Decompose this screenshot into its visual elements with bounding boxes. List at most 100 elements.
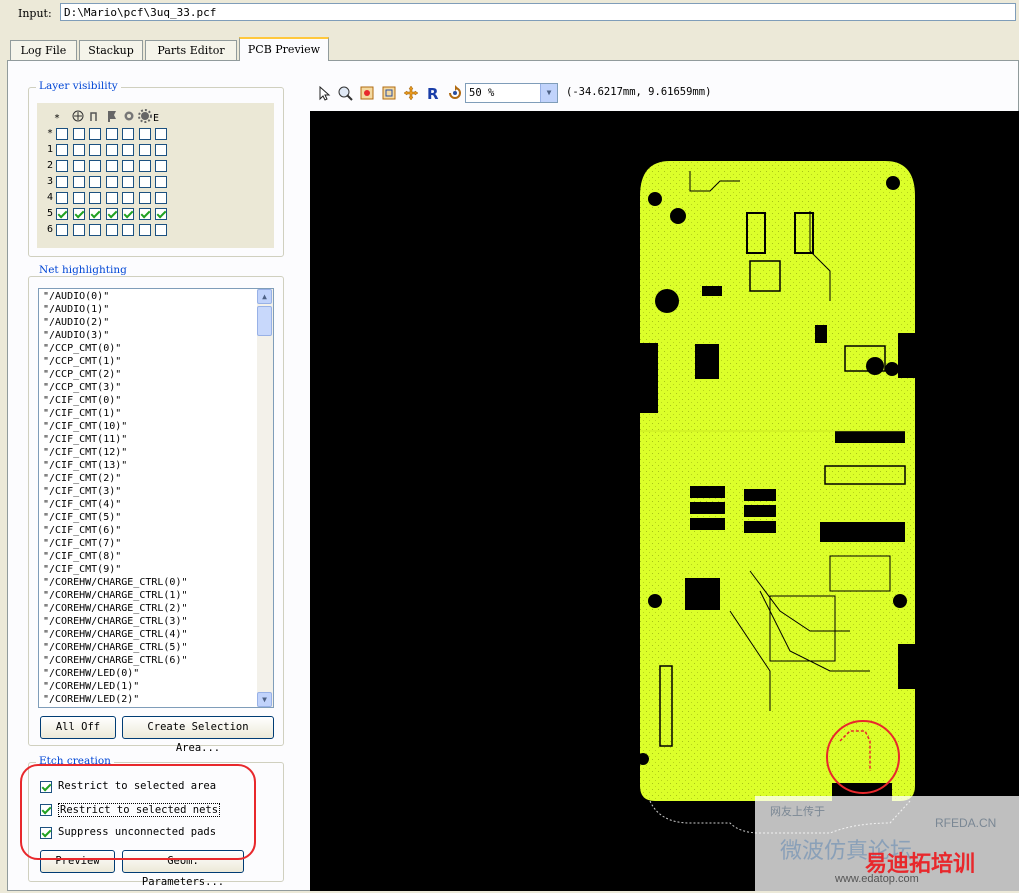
layer-checkbox[interactable] — [72, 160, 85, 172]
layer-checkbox[interactable] — [155, 160, 167, 172]
scroll-down-icon[interactable]: ▼ — [257, 692, 272, 707]
net-list-item[interactable]: "/CCP_CMT(0)" — [43, 342, 121, 355]
layer-checkbox[interactable] — [138, 160, 151, 172]
layer-checkbox[interactable] — [72, 224, 85, 236]
net-list-item[interactable]: "/CIF_CMT(2)" — [43, 472, 121, 485]
net-list-item[interactable]: "/COREHW/CHARGE_CTRL(1)" — [43, 589, 188, 602]
layer-checkbox[interactable] — [56, 176, 68, 188]
net-list-item[interactable]: "/CIF_CMT(5)" — [43, 511, 121, 524]
rotate-icon[interactable] — [447, 85, 463, 101]
layer-checkbox[interactable] — [122, 208, 134, 220]
layer-checkbox[interactable] — [122, 176, 134, 188]
layer-checkbox[interactable] — [72, 192, 85, 204]
net-list-scrollbar[interactable]: ▲ ▼ — [257, 289, 273, 707]
net-list-item[interactable]: "/CIF_CMT(12)" — [43, 446, 127, 459]
layer-checkbox[interactable] — [105, 176, 118, 188]
layer-checkbox[interactable] — [72, 176, 85, 188]
layer-checkbox[interactable] — [155, 208, 167, 220]
tab-parts-editor[interactable]: Parts Editor — [145, 40, 237, 60]
layer-checkbox[interactable] — [56, 192, 68, 204]
net-list-item[interactable]: "/CIF_CMT(8)" — [43, 550, 121, 563]
layer-checkbox[interactable] — [138, 208, 151, 220]
net-list-item[interactable]: "/AUDIO(2)" — [43, 316, 109, 329]
layer-checkbox[interactable] — [89, 176, 101, 188]
net-list-item[interactable]: "/COREHW/LED(0)" — [43, 667, 139, 680]
net-list-item[interactable]: "/CCP_CMT(3)" — [43, 381, 121, 394]
layer-checkbox[interactable] — [138, 224, 151, 236]
net-list-item[interactable]: "/COREHW/CHARGE_CTRL(3)" — [43, 615, 188, 628]
net-list-item[interactable]: "/CIF_CMT(13)" — [43, 459, 127, 472]
layer-checkbox[interactable] — [122, 192, 134, 204]
net-list-item[interactable]: "/CIF_CMT(7)" — [43, 537, 121, 550]
layer-checkbox[interactable] — [105, 192, 118, 204]
layer-checkbox[interactable] — [72, 208, 85, 220]
net-list-item[interactable]: "/CIF_CMT(4)" — [43, 498, 121, 511]
scroll-up-icon[interactable]: ▲ — [257, 289, 272, 304]
net-list-item[interactable]: "/COREHW/CHARGE_CTRL(0)" — [43, 576, 188, 589]
zoom-area-icon[interactable] — [381, 85, 397, 101]
layer-checkbox[interactable] — [56, 144, 68, 156]
net-list-item[interactable]: "/CIF_CMT(10)" — [43, 420, 127, 433]
pcb-preview-canvas[interactable]: 网友上传于 RFEDA.CN 微波仿真论坛 易迪拓培训 www.edatop.c… — [310, 111, 1019, 891]
layer-checkbox[interactable] — [89, 224, 101, 236]
net-list-item[interactable]: "/CIF_CMT(3)" — [43, 485, 121, 498]
input-path-field[interactable]: D:\Mario\pcf\3uq_33.pcf — [60, 3, 1016, 21]
net-listbox[interactable]: "/AUDIO(0)" "/AUDIO(1)" "/AUDIO(2)" "/AUDIO… — [38, 288, 274, 708]
layer-checkbox[interactable] — [155, 176, 167, 188]
layer-checkbox[interactable] — [56, 224, 68, 236]
layer-checkbox[interactable] — [138, 176, 151, 188]
net-list-item[interactable]: "/COREHW/CHARGE_CTRL(6)" — [43, 654, 188, 667]
layer-checkbox[interactable] — [89, 208, 101, 220]
layer-checkbox[interactable] — [56, 160, 68, 172]
layer-checkbox[interactable] — [89, 192, 101, 204]
layer-checkbox[interactable] — [155, 128, 167, 140]
chevron-down-icon[interactable]: ▼ — [540, 84, 557, 102]
layer-checkbox[interactable] — [89, 144, 101, 156]
layer-checkbox[interactable] — [138, 128, 151, 140]
tab-log-file[interactable]: Log File — [10, 40, 77, 60]
layer-checkbox[interactable] — [122, 224, 134, 236]
net-list-item[interactable]: "/AUDIO(3)" — [43, 329, 109, 342]
scroll-thumb[interactable] — [257, 306, 272, 336]
layer-checkbox[interactable] — [89, 128, 101, 140]
pointer-icon[interactable] — [316, 85, 332, 101]
layer-checkbox[interactable] — [122, 128, 134, 140]
layer-checkbox[interactable] — [56, 128, 68, 140]
net-list-item[interactable]: "/CIF_CMT(9)" — [43, 563, 121, 576]
tab-stackup[interactable]: Stackup — [79, 40, 143, 60]
tab-pcb-preview[interactable]: PCB Preview — [239, 37, 329, 61]
layer-checkbox[interactable] — [72, 128, 85, 140]
zoom-icon[interactable] — [337, 85, 353, 101]
net-list-item[interactable]: "/CCP_CMT(1)" — [43, 355, 121, 368]
net-list-item[interactable]: "/CIF_CMT(1)" — [43, 407, 121, 420]
layer-checkbox[interactable] — [155, 224, 167, 236]
layer-checkbox[interactable] — [105, 144, 118, 156]
net-list-item[interactable]: "/CIF_CMT(11)" — [43, 433, 127, 446]
layer-checkbox[interactable] — [89, 160, 101, 172]
zoom-fit-icon[interactable] — [359, 85, 375, 101]
pan-icon[interactable] — [403, 85, 419, 101]
net-list-item[interactable]: "/COREHW/LED(2)" — [43, 693, 139, 706]
layer-checkbox[interactable] — [105, 160, 118, 172]
layer-checkbox[interactable] — [155, 144, 167, 156]
net-list-item[interactable]: "/COREHW/CHARGE_CTRL(5)" — [43, 641, 188, 654]
net-list-item[interactable]: "/CIF_CMT(0)" — [43, 394, 121, 407]
layer-checkbox[interactable] — [56, 208, 68, 220]
layer-checkbox[interactable] — [138, 144, 151, 156]
net-list-item[interactable]: "/COREHW/LED(1)" — [43, 680, 139, 693]
net-list-item[interactable]: "/AUDIO(1)" — [43, 303, 109, 316]
net-list-item[interactable]: "/COREHW/CHARGE_CTRL(2)" — [43, 602, 188, 615]
layer-checkbox[interactable] — [122, 144, 134, 156]
layer-checkbox[interactable] — [105, 128, 118, 140]
net-list-item[interactable]: "/AUDIO(0)" — [43, 290, 109, 303]
create-selection-area-button[interactable]: Create Selection Area... — [122, 716, 274, 754]
layer-checkbox[interactable] — [155, 192, 167, 204]
net-list-item[interactable]: "/CCP_CMT(2)" — [43, 368, 121, 381]
zoom-select[interactable]: 50 % ▼ — [465, 83, 558, 103]
all-off-button[interactable]: All Off — [40, 716, 116, 739]
net-list-item[interactable]: "/COREHW/CHARGE_CTRL(4)" — [43, 628, 188, 641]
net-list-item[interactable]: "/CIF_CMT(6)" — [43, 524, 121, 537]
refresh-icon[interactable]: R — [425, 85, 441, 103]
layer-checkbox[interactable] — [105, 224, 118, 236]
layer-checkbox[interactable] — [122, 160, 134, 172]
